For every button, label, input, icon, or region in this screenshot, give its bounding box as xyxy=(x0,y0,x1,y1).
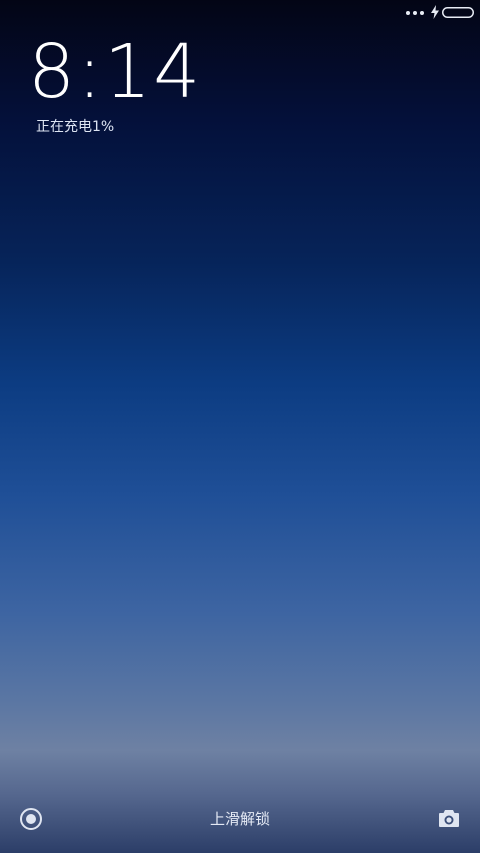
more-dots-icon xyxy=(406,11,424,15)
charging-bolt-icon xyxy=(431,5,439,19)
charging-status: 正在充电1% xyxy=(36,119,115,135)
clock-time: 8:14 xyxy=(28,29,203,115)
bottom-bar: 上滑解锁 xyxy=(0,793,480,853)
swipe-up-unlock-hint[interactable]: 上滑解锁 xyxy=(0,809,480,829)
battery-icon xyxy=(442,7,474,18)
lock-screen[interactable]: 8:14 正在充电1% 上滑解锁 xyxy=(0,0,480,853)
status-bar xyxy=(0,0,480,28)
camera-icon[interactable] xyxy=(438,808,460,828)
